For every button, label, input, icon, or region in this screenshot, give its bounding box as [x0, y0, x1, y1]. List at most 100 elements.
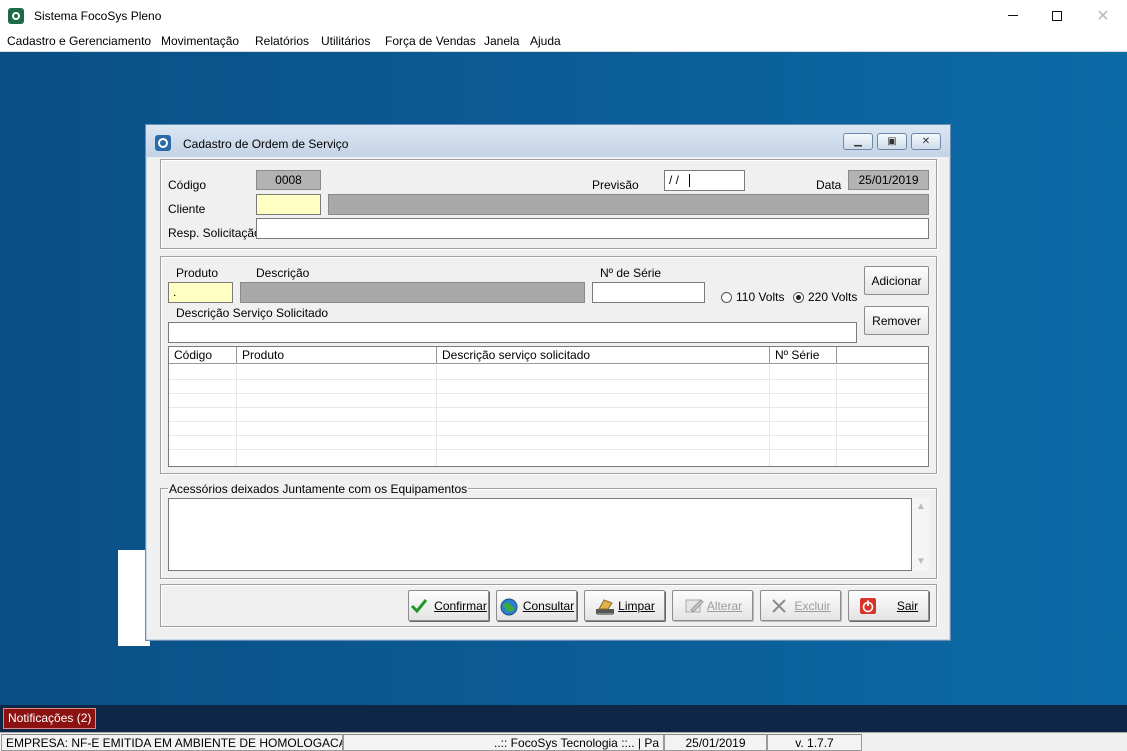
consultar-label: Consultar — [522, 598, 575, 613]
status-company: ..:: FocoSys Tecnologia ::.. | Pa — [343, 734, 664, 751]
sair-label: Sair — [896, 598, 919, 613]
eraser-icon — [594, 597, 615, 615]
acessorios-memo[interactable] — [168, 498, 912, 571]
scroll-down-icon: ▼ — [916, 556, 926, 567]
produto-input[interactable]: . — [168, 282, 233, 303]
globe-search-icon — [499, 597, 518, 615]
status-bar: EMPRESA: NF-E EMITIDA EM AMBIENTE DE HOM… — [0, 732, 1127, 751]
menu-cadastro[interactable]: Cadastro e Gerenciamento — [7, 34, 151, 48]
alterar-button[interactable]: Alterar — [672, 590, 753, 621]
descricao-servico-label: Descrição Serviço Solicitado — [176, 306, 329, 320]
minimize-icon — [1008, 15, 1018, 16]
radio-110-volts[interactable]: 110 Volts — [721, 290, 784, 304]
confirmar-label: Confirmar — [434, 598, 487, 613]
limpar-button[interactable]: Limpar — [584, 590, 665, 621]
close-button[interactable]: ✕ — [1080, 0, 1126, 31]
app-titlebar: Sistema FocoSys Pleno ✕ — [0, 0, 1127, 31]
scroll-up-icon: ▲ — [916, 501, 926, 512]
grid-row-line — [169, 449, 928, 450]
grid-row-line — [169, 435, 928, 436]
menu-janela[interactable]: Janela — [484, 34, 519, 48]
radio-110-label: 110 Volts — [736, 290, 785, 304]
maximize-icon — [1052, 10, 1062, 21]
menu-bar: Cadastro e Gerenciamento Movimentação Re… — [0, 31, 1127, 52]
data-field: 25/01/2019 — [848, 170, 929, 190]
app-title: Sistema FocoSys Pleno — [34, 9, 162, 23]
menu-relatorios[interactable]: Relatórios — [255, 34, 309, 48]
dialog-title: Cadastro de Ordem de Serviço — [183, 137, 349, 151]
acessorios-scrollbar[interactable]: ▲ ▼ — [912, 498, 929, 571]
cliente-name-field — [328, 194, 929, 215]
descricao-servico-input[interactable] — [168, 322, 857, 343]
codigo-label: Código — [168, 178, 207, 192]
sair-button[interactable]: Sair — [848, 590, 929, 621]
produto-descricao-field — [240, 282, 585, 303]
col-descricao-servico[interactable]: Descrição serviço solicitado — [437, 347, 770, 364]
power-icon — [859, 597, 877, 615]
adicionar-button[interactable]: Adicionar — [864, 266, 929, 295]
previsao-label: Previsão — [592, 178, 639, 192]
menu-ajuda[interactable]: Ajuda — [530, 34, 561, 48]
cliente-label: Cliente — [168, 202, 206, 216]
resp-solicitacao-label: Resp. Solicitação — [168, 226, 261, 240]
excluir-button[interactable]: Excluir — [760, 590, 841, 621]
maximize-button[interactable] — [1034, 0, 1080, 31]
resp-solicitacao-input[interactable] — [256, 218, 929, 239]
radio-220-label: 220 Volts — [808, 290, 858, 304]
limpar-label: Limpar — [618, 598, 655, 613]
edit-document-icon — [683, 597, 704, 615]
delete-x-icon — [770, 597, 788, 615]
radio-110-indicator — [721, 291, 732, 303]
col-produto[interactable]: Produto — [237, 347, 437, 364]
dialog-close-button[interactable]: ✕ — [911, 133, 941, 150]
acessorios-label: Acessórios deixados Juntamente com os Eq… — [168, 482, 469, 496]
grid-divider — [836, 365, 837, 466]
col-serie[interactable]: Nº Série — [770, 347, 837, 364]
notification-bar: Notificações (2) — [0, 705, 1127, 732]
previsao-field[interactable]: / / — [664, 170, 745, 191]
close-icon: ✕ — [1096, 7, 1110, 25]
data-label: Data — [816, 178, 842, 192]
radio-220-volts[interactable]: 220 Volts — [793, 290, 857, 304]
previsao-value: / / — [669, 173, 680, 187]
menu-forca-vendas[interactable]: Força de Vendas — [385, 34, 476, 48]
grid-row-line — [169, 421, 928, 422]
menu-movimentacao[interactable]: Movimentação — [161, 34, 239, 48]
excluir-label: Excluir — [794, 598, 831, 613]
serie-label: Nº de Série — [600, 266, 662, 280]
radio-220-indicator — [793, 291, 804, 303]
dialog-minimize-button[interactable]: ▁ — [843, 133, 873, 150]
remover-button[interactable]: Remover — [864, 306, 929, 335]
col-extra[interactable] — [837, 347, 928, 364]
serie-input[interactable] — [592, 282, 705, 303]
status-date: 25/01/2019 — [664, 734, 767, 751]
produto-label: Produto — [176, 266, 219, 280]
dialog-titlebar: Cadastro de Ordem de Serviço ▁ ▣ ✕ — [146, 125, 950, 157]
adicionar-label: Adicionar — [871, 273, 922, 288]
grid-row-line — [169, 379, 928, 380]
notifications-button[interactable]: Notificações (2) — [3, 708, 97, 729]
cliente-code-input[interactable] — [256, 194, 321, 215]
grid-divider — [236, 365, 237, 466]
descricao-label: Descrição — [256, 266, 310, 280]
close-icon: ✕ — [921, 136, 931, 147]
alterar-label: Alterar — [706, 598, 743, 613]
confirmar-button[interactable]: Confirmar — [408, 590, 489, 621]
items-grid[interactable]: Código Produto Descrição serviço solicit… — [168, 346, 929, 467]
minimize-icon: ▁ — [854, 136, 862, 147]
consultar-button[interactable]: Consultar — [496, 590, 577, 621]
focosys-app-icon — [8, 8, 24, 24]
dialog-app-icon — [155, 135, 171, 151]
remover-label: Remover — [872, 313, 921, 328]
dialog-restore-button[interactable]: ▣ — [877, 133, 907, 150]
codigo-field: 0008 — [256, 170, 321, 190]
grid-divider — [436, 365, 437, 466]
col-codigo[interactable]: Código — [169, 347, 237, 364]
status-version: v. 1.7.7 — [767, 734, 862, 751]
checkmark-icon — [410, 597, 428, 615]
menu-utilitarios[interactable]: Utilitários — [321, 34, 370, 48]
grid-divider — [769, 365, 770, 466]
restore-icon: ▣ — [887, 136, 897, 147]
minimize-button[interactable] — [990, 0, 1036, 31]
status-empresa: EMPRESA: NF-E EMITIDA EM AMBIENTE DE HOM… — [1, 734, 343, 751]
